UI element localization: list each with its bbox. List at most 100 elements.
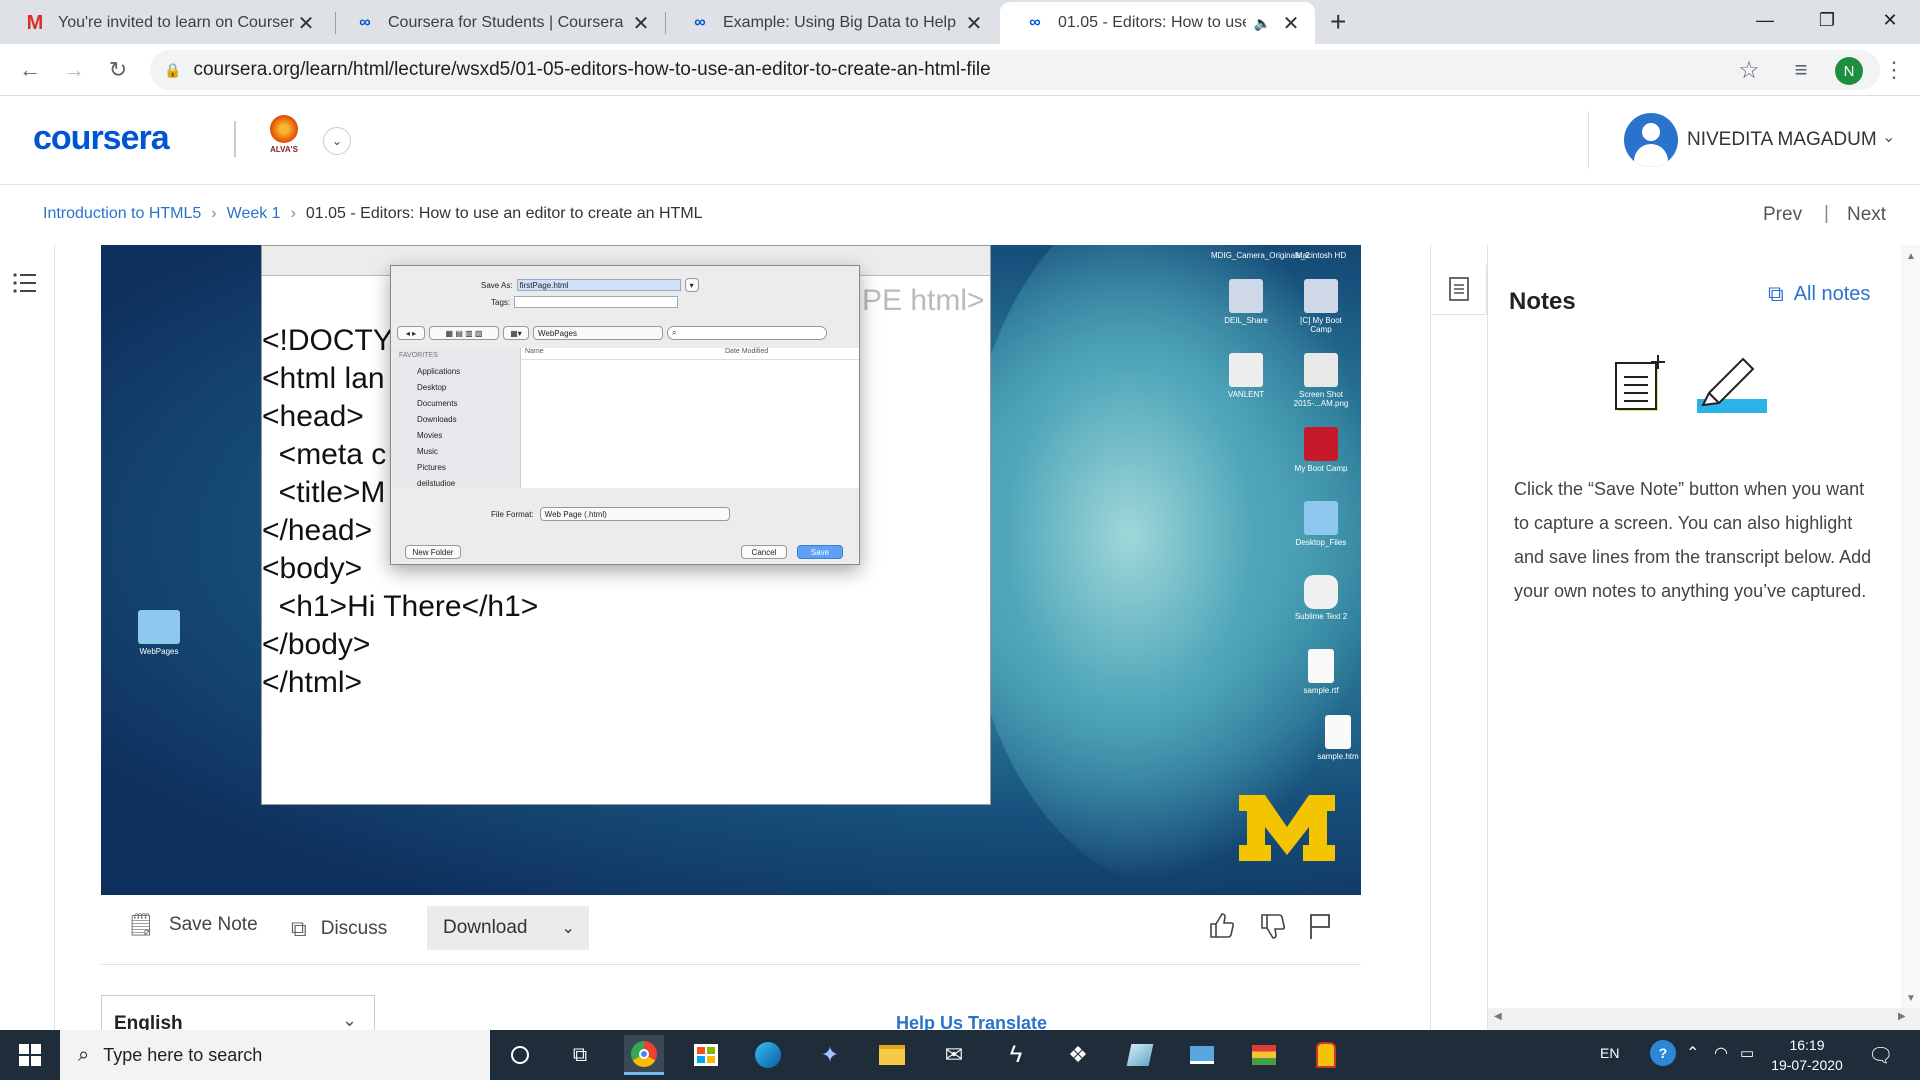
breadcrumb-week[interactable]: Week 1 <box>227 205 281 223</box>
favorites-label: FAVORITES <box>399 352 438 359</box>
code-line-fade: PE html> <box>862 284 985 317</box>
tab-coursera-students[interactable]: ∞ Coursera for Students | Coursera ✕ <box>330 2 665 44</box>
close-tab-icon[interactable]: ✕ <box>1279 11 1303 36</box>
save-note-button[interactable]: 🗒 Save Note <box>127 895 258 955</box>
tab-big-data-example[interactable]: ∞ Example: Using Big Data to Help ✕ <box>665 2 998 44</box>
download-dropdown[interactable]: Download ⌄ <box>427 906 589 950</box>
external-link-icon: ⧉ <box>291 916 307 941</box>
desktop-icon: VANLENT <box>1216 353 1276 399</box>
profile-avatar[interactable]: N <box>1835 57 1863 85</box>
header-divider <box>234 121 236 157</box>
coursera-logo[interactable]: coursera <box>33 119 170 158</box>
help-icon[interactable]: ? <box>1650 1040 1676 1066</box>
restore-button[interactable]: ❐ <box>1797 0 1857 40</box>
battery-icon[interactable]: ▭ <box>1740 1044 1754 1062</box>
arrange-icon: ▦▾ <box>503 326 529 340</box>
close-tab-icon[interactable]: ✕ <box>962 11 986 36</box>
next-link[interactable]: Next <box>1847 204 1886 226</box>
partner-logo[interactable]: ALVA'S <box>262 115 306 165</box>
speaker-icon[interactable]: 🔈 <box>1254 15 1271 32</box>
windows-start-button[interactable] <box>0 1030 60 1080</box>
notes-tab[interactable] <box>1431 265 1487 315</box>
file-format-label: File Format: <box>491 509 534 519</box>
tab-title: Coursera for Students | Coursera <box>388 14 624 31</box>
favorites-sidebar: FAVORITES Applications Desktop Documents… <box>393 348 521 488</box>
flag-icon[interactable] <box>1305 911 1335 941</box>
cortana-icon[interactable] <box>500 1035 540 1075</box>
close-tab-icon[interactable]: ✕ <box>629 11 653 36</box>
chevron-up-icon[interactable]: ⌃ <box>1686 1043 1699 1063</box>
save-as-label: Save As: <box>481 280 513 290</box>
notes-title: Notes <box>1509 288 1576 315</box>
task-view-icon[interactable]: ⧉ <box>560 1035 600 1075</box>
chevron-down-icon: ⌄ <box>561 920 575 937</box>
favorite-item: Movies <box>417 431 443 440</box>
vertical-scrollbar[interactable]: ▲ ▼ <box>1901 245 1920 1008</box>
edge-icon[interactable] <box>748 1035 788 1075</box>
list-menu-icon[interactable] <box>12 271 38 295</box>
app-icon[interactable] <box>1182 1035 1222 1075</box>
chevron-down-icon[interactable]: ⌄ <box>323 127 351 155</box>
file-explorer-icon[interactable] <box>872 1035 912 1075</box>
breadcrumb-course[interactable]: Introduction to HTML5 <box>43 205 201 223</box>
reload-button[interactable]: ↻ <box>102 54 134 86</box>
view-mode-icon: ▦ ▤ ▥ ▧ <box>429 326 499 340</box>
wifi-icon[interactable]: ◠ <box>1714 1043 1728 1063</box>
transcript-language-select[interactable]: English ⌄ <box>101 995 375 1035</box>
thumbs-up-icon[interactable] <box>1207 911 1237 941</box>
user-name[interactable]: NIVEDITA MAGADUM <box>1687 129 1877 151</box>
close-window-button[interactable]: ✕ <box>1860 0 1920 40</box>
clock-time: 16:19 <box>1789 1037 1825 1053</box>
dropbox-icon[interactable]: ❖ <box>1058 1035 1098 1075</box>
save-dialog-button: Save <box>797 545 843 559</box>
horizontal-scrollbar[interactable]: ◀ ▶ <box>1488 1008 1920 1030</box>
browser-menu-icon[interactable]: ⋮ <box>1878 54 1910 86</box>
discuss-button[interactable]: ⧉ Discuss <box>291 899 387 959</box>
app-icon[interactable] <box>1244 1035 1284 1075</box>
app-icon[interactable]: ✦ <box>810 1035 850 1075</box>
favorite-item: Desktop <box>417 383 447 392</box>
all-notes-link[interactable]: ⧉ All notes <box>1768 281 1870 307</box>
forward-button[interactable]: → <box>58 54 90 86</box>
desktop-icon: sample.rtf <box>1291 649 1351 695</box>
notifications-icon[interactable]: 🗨 <box>1868 1043 1893 1068</box>
mail-icon[interactable]: ✉ <box>934 1035 974 1075</box>
desktop-icon: Sublime Text 2 <box>1291 575 1351 621</box>
app-icon[interactable]: ϟ <box>996 1035 1036 1075</box>
desktop-icon: WebPages <box>129 610 189 656</box>
course-nav-rail <box>0 245 55 1030</box>
lecture-video[interactable]: <!DOCTY <html lan <head> <meta c <title>M <… <box>101 245 1361 895</box>
taskbar-clock[interactable]: 16:19 19-07-2020 <box>1770 1035 1844 1075</box>
windows-logo-icon <box>19 1044 41 1066</box>
chrome-taskbar-icon[interactable] <box>624 1035 664 1075</box>
parallels-icon <box>1304 427 1338 461</box>
address-bar[interactable]: 🔒 coursera.org/learn/html/lecture/wsxd5/… <box>150 50 1880 90</box>
tab-editors-lecture[interactable]: ∞ 01.05 - Editors: How to use an editor … <box>1000 2 1315 44</box>
desktop-icon: My Boot Camp <box>1291 427 1351 473</box>
tab-gmail-invite[interactable]: M You're invited to learn on Coursera ✕ <box>0 2 330 44</box>
new-tab-button[interactable]: + <box>1330 6 1346 38</box>
col-name: Name <box>525 348 544 355</box>
user-avatar[interactable] <box>1624 113 1678 167</box>
coursera-header: coursera ALVA'S ⌄ NIVEDITA MAGADUM ⌄ <box>0 97 1920 185</box>
media-control-icon[interactable]: ≡ <box>1785 54 1817 86</box>
chevron-down-icon[interactable]: ⌄ <box>1882 127 1895 147</box>
coursera-icon: ∞ <box>359 14 371 31</box>
store-icon[interactable] <box>686 1035 726 1075</box>
highlighter-illustration-icon <box>1697 357 1767 413</box>
tab-title: 01.05 - Editors: How to use an editor <box>1058 14 1246 31</box>
taskbar-search[interactable]: ⌕ Type here to search <box>60 1030 490 1080</box>
folder-icon <box>138 610 180 644</box>
notes-description: Click the “Save Note” button when you wa… <box>1514 479 1872 601</box>
input-language[interactable]: EN <box>1600 1045 1619 1061</box>
thumbs-down-icon[interactable] <box>1258 911 1288 941</box>
app-icon[interactable] <box>1120 1035 1160 1075</box>
app-icon[interactable] <box>1306 1035 1346 1075</box>
clock-date: 19-07-2020 <box>1771 1057 1843 1073</box>
tags-field <box>514 296 679 308</box>
close-tab-icon[interactable]: ✕ <box>294 11 318 36</box>
prev-link[interactable]: Prev <box>1763 204 1802 226</box>
minimize-button[interactable]: — <box>1735 0 1795 40</box>
bookmark-star-icon[interactable]: ☆ <box>1733 54 1765 86</box>
back-button[interactable]: ← <box>14 54 46 86</box>
